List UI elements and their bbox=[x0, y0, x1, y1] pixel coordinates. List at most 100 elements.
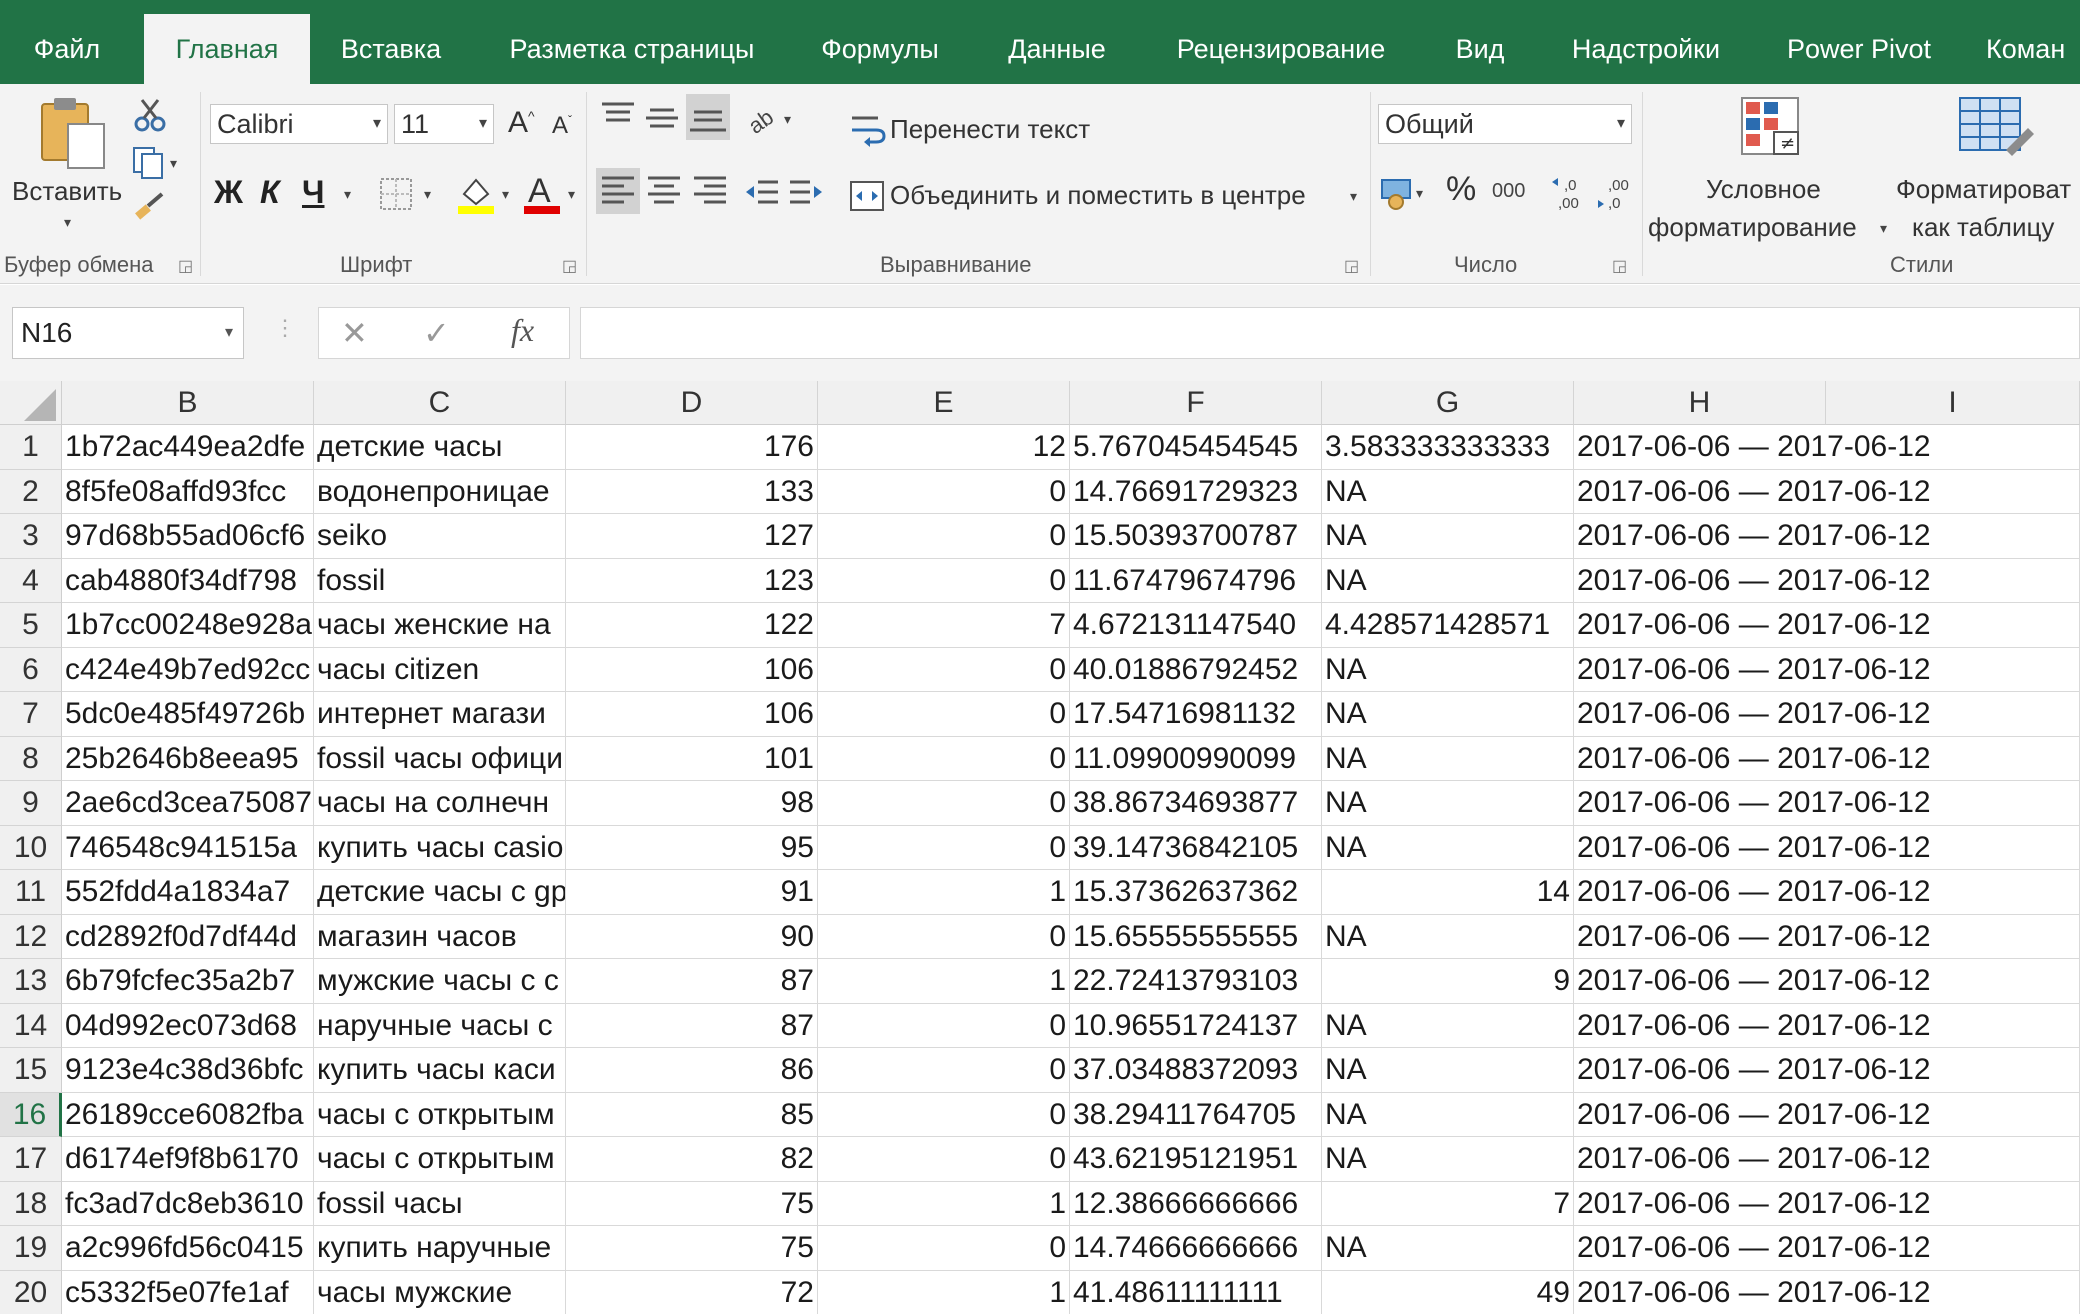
tab-insert[interactable]: Вставка bbox=[318, 14, 464, 84]
tab-page-layout[interactable]: Разметка страницы bbox=[486, 14, 778, 84]
cell-g-7[interactable]: NA bbox=[1322, 692, 1574, 737]
cell-f-19[interactable]: 14.74666666666 bbox=[1070, 1226, 1322, 1271]
cell-g-10[interactable]: NA bbox=[1322, 825, 1574, 870]
cell-f-20[interactable]: 41.48611111111 bbox=[1070, 1270, 1322, 1314]
row-header[interactable]: 19 bbox=[0, 1226, 62, 1271]
cell-h-14[interactable]: 2017-06-06 — 2017-06-12 bbox=[1574, 1004, 1931, 1048]
cell-b-3[interactable]: 97d68b55ad06cf6 bbox=[62, 514, 314, 559]
cell-g-1[interactable]: 3.583333333333 bbox=[1322, 425, 1574, 470]
cell-d-20[interactable]: 72 bbox=[566, 1270, 818, 1314]
cell-b-17[interactable]: d6174ef9f8b6170 bbox=[62, 1137, 314, 1182]
cell-g-11[interactable]: 14 bbox=[1322, 870, 1574, 915]
cell-f-14[interactable]: 10.96551724137 bbox=[1070, 1003, 1322, 1048]
cell-b-19[interactable]: a2c996fd56c0415 bbox=[62, 1226, 314, 1271]
row-header[interactable]: 11 bbox=[0, 870, 62, 915]
align-bottom-icon[interactable] bbox=[686, 94, 730, 140]
cell-b-15[interactable]: 9123e4c38d36bfc bbox=[62, 1048, 314, 1093]
cell-g-17[interactable]: NA bbox=[1322, 1137, 1574, 1182]
cell-g-13[interactable]: 9 bbox=[1322, 959, 1574, 1004]
cell-g-19[interactable]: NA bbox=[1322, 1226, 1574, 1271]
tab-team[interactable]: Коман bbox=[1986, 14, 2080, 84]
cell-b-16[interactable]: 26189cce6082fba bbox=[62, 1092, 314, 1137]
cell-b-7[interactable]: 5dc0e485f49726b bbox=[62, 692, 314, 737]
cell-e-17[interactable]: 0 bbox=[818, 1137, 1070, 1182]
cell-h-8[interactable]: 2017-06-06 — 2017-06-12 bbox=[1574, 737, 1931, 781]
conditional-formatting-label-2[interactable]: форматирование bbox=[1648, 212, 1857, 243]
cell-e-4[interactable]: 0 bbox=[818, 558, 1070, 603]
column-header-b[interactable]: B bbox=[62, 381, 314, 425]
cell-b-5[interactable]: 1b7cc00248e928a bbox=[62, 603, 314, 648]
cell-f-13[interactable]: 22.72413793103 bbox=[1070, 959, 1322, 1004]
formula-input[interactable] bbox=[580, 307, 2080, 359]
cell-b-10[interactable]: 746548c941515a bbox=[62, 825, 314, 870]
cell-c-14[interactable]: наручные часы с bbox=[314, 1003, 566, 1048]
cell-h-17[interactable]: 2017-06-06 — 2017-06-12 bbox=[1574, 1137, 1931, 1182]
row-header[interactable]: 2 bbox=[0, 469, 62, 514]
cell-e-13[interactable]: 1 bbox=[818, 959, 1070, 1004]
cell-e-5[interactable]: 7 bbox=[818, 603, 1070, 648]
cell-g-9[interactable]: NA bbox=[1322, 781, 1574, 826]
cell-g-3[interactable]: NA bbox=[1322, 514, 1574, 559]
cell-f-17[interactable]: 43.62195121951 bbox=[1070, 1137, 1322, 1182]
row-header[interactable]: 4 bbox=[0, 558, 62, 603]
cell-g-12[interactable]: NA bbox=[1322, 914, 1574, 959]
font-launcher-icon[interactable]: ◲ bbox=[562, 256, 577, 276]
borders-dropdown-arrow[interactable]: ▾ bbox=[424, 186, 431, 203]
wrap-text-icon[interactable] bbox=[848, 112, 888, 148]
column-header-e[interactable]: E bbox=[818, 381, 1070, 425]
cell-h-11[interactable]: 2017-06-06 — 2017-06-12 bbox=[1574, 870, 1931, 915]
cell-e-11[interactable]: 1 bbox=[818, 870, 1070, 915]
cell-e-2[interactable]: 0 bbox=[818, 469, 1070, 514]
font-color-icon[interactable]: A bbox=[522, 170, 562, 216]
cell-d-1[interactable]: 176 bbox=[566, 425, 818, 470]
cell-f-16[interactable]: 38.29411764705 bbox=[1070, 1092, 1322, 1137]
cell-e-6[interactable]: 0 bbox=[818, 647, 1070, 692]
merge-center-icon[interactable] bbox=[848, 178, 888, 214]
cell-h-18[interactable]: 2017-06-06 — 2017-06-12 bbox=[1574, 1182, 1931, 1226]
cell-c-1[interactable]: детские часы bbox=[314, 425, 566, 470]
cell-d-15[interactable]: 86 bbox=[566, 1048, 818, 1093]
merge-center-button[interactable]: Объединить и поместить в центре bbox=[890, 180, 1306, 211]
insert-function-icon[interactable]: fx bbox=[511, 312, 534, 349]
cell-c-12[interactable]: магазин часов bbox=[314, 914, 566, 959]
cell-g-6[interactable]: NA bbox=[1322, 647, 1574, 692]
cell-e-7[interactable]: 0 bbox=[818, 692, 1070, 737]
cut-icon[interactable] bbox=[132, 98, 168, 134]
cell-h-7[interactable]: 2017-06-06 — 2017-06-12 bbox=[1574, 692, 1931, 737]
cell-c-11[interactable]: детские часы с gp bbox=[314, 870, 566, 915]
cell-d-14[interactable]: 87 bbox=[566, 1003, 818, 1048]
format-as-table-label-2[interactable]: как таблицу bbox=[1912, 212, 2054, 243]
tab-file[interactable]: Файл bbox=[12, 14, 122, 84]
cell-f-9[interactable]: 38.86734693877 bbox=[1070, 781, 1322, 826]
column-header-f[interactable]: F bbox=[1070, 381, 1322, 425]
tab-data[interactable]: Данные bbox=[984, 14, 1130, 84]
cell-h-2[interactable]: 2017-06-06 — 2017-06-12 bbox=[1574, 470, 1931, 514]
column-header-d[interactable]: D bbox=[566, 381, 818, 425]
cell-d-11[interactable]: 91 bbox=[566, 870, 818, 915]
row-header[interactable]: 6 bbox=[0, 647, 62, 692]
format-painter-icon[interactable] bbox=[132, 192, 168, 228]
cell-f-15[interactable]: 37.03488372093 bbox=[1070, 1048, 1322, 1093]
tab-review[interactable]: Рецензирование bbox=[1154, 14, 1408, 84]
row-header[interactable]: 12 bbox=[0, 914, 62, 959]
paste-dropdown-arrow[interactable]: ▾ bbox=[64, 214, 71, 231]
cell-h-20[interactable]: 2017-06-06 — 2017-06-12 bbox=[1574, 1271, 1931, 1314]
column-header-g[interactable]: G bbox=[1322, 381, 1574, 425]
cell-h-6[interactable]: 2017-06-06 — 2017-06-12 bbox=[1574, 648, 1931, 692]
cell-g-14[interactable]: NA bbox=[1322, 1003, 1574, 1048]
cell-f-4[interactable]: 11.67479674796 bbox=[1070, 558, 1322, 603]
tab-formulas[interactable]: Формулы bbox=[800, 14, 960, 84]
row-header[interactable]: 10 bbox=[0, 825, 62, 870]
cell-f-8[interactable]: 11.09900990099 bbox=[1070, 736, 1322, 781]
cell-c-4[interactable]: fossil bbox=[314, 558, 566, 603]
cell-d-3[interactable]: 127 bbox=[566, 514, 818, 559]
cell-d-17[interactable]: 82 bbox=[566, 1137, 818, 1182]
row-header[interactable]: 5 bbox=[0, 603, 62, 648]
row-header[interactable]: 9 bbox=[0, 781, 62, 826]
cell-e-10[interactable]: 0 bbox=[818, 825, 1070, 870]
cell-c-9[interactable]: часы на солнечн bbox=[314, 781, 566, 826]
cell-d-8[interactable]: 101 bbox=[566, 736, 818, 781]
cell-d-13[interactable]: 87 bbox=[566, 959, 818, 1004]
currency-icon[interactable]: ▾ bbox=[1380, 172, 1430, 212]
tab-view[interactable]: Вид bbox=[1430, 14, 1530, 84]
